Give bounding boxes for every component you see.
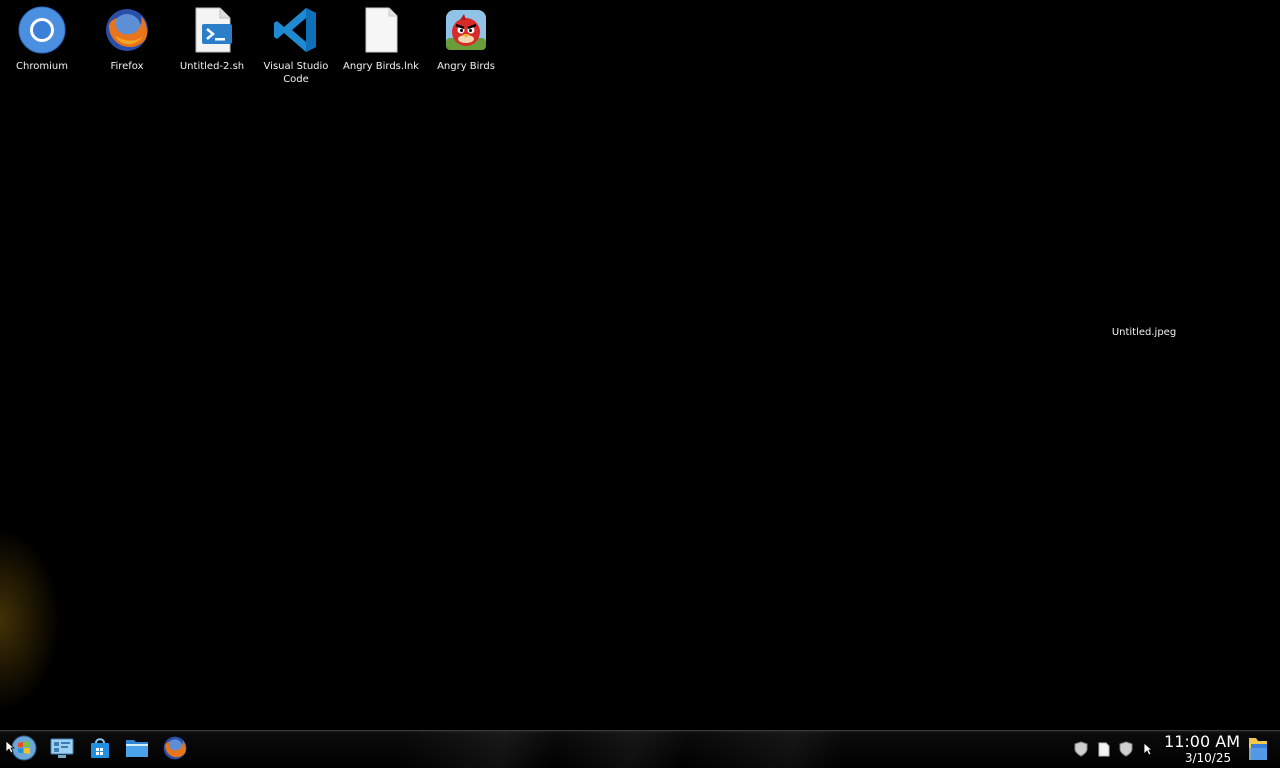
firefox-icon [103,6,151,54]
folder-icon [124,737,150,763]
desktop-icon-vscode[interactable]: Visual Studio Code [254,6,338,86]
clock-time: 11:00 AM [1164,732,1240,751]
store-button[interactable] [85,735,115,765]
taskbar-clock[interactable]: 11:00 AM 3/10/25 [1156,732,1240,765]
tray-cursor-icon[interactable] [1139,739,1157,759]
taskbar-gloss [400,731,920,768]
store-bag-icon [88,736,112,764]
desktop-icon-angry-birds-lnk[interactable]: Angry Birds.lnk [339,6,423,73]
mouse-cursor [5,739,16,754]
control-panel-button[interactable] [47,735,77,765]
desktop[interactable]: Chromium Firefox Untitled-2.sh Visual St… [0,0,1280,730]
desktop-icon-untitled-sh[interactable]: Untitled-2.sh [170,6,254,73]
desktop-icon-firefox[interactable]: Firefox [85,6,169,73]
desktop-icon-label: Chromium [16,61,68,72]
desktop-icon-label: Untitled-2.sh [179,61,245,72]
desktop-icon-label: Angry Birds.lnk [343,61,419,72]
tray-document-icon[interactable] [1095,739,1113,759]
desktop-file-untitled-jpeg[interactable]: Untitled.jpeg [1100,327,1188,338]
firefox-button[interactable] [160,735,190,765]
desktop-icon-chromium[interactable]: Chromium [0,6,84,73]
desktop-icon-angry-birds[interactable]: Angry Birds [424,6,508,73]
taskbar: 11:00 AM 3/10/25 [0,730,1280,768]
show-desktop-button[interactable] [1246,735,1272,765]
angry-birds-icon [442,6,490,54]
desktop-icon-label: Visual Studio Code [263,61,329,85]
folder-icon [1246,738,1270,767]
clock-date: 3/10/25 [1184,751,1232,765]
firefox-icon [162,735,188,765]
file-explorer-button[interactable] [122,735,152,765]
tray-shield-icon[interactable] [1072,739,1090,759]
script-file-icon [188,6,236,54]
chromium-icon [18,6,66,54]
desktop-icon-label: Angry Birds [437,61,495,72]
desktop-icon-label: Firefox [110,61,144,72]
vscode-icon [272,6,320,54]
control-panel-icon [49,736,75,764]
blank-file-icon [357,6,405,54]
tray-shield-icon[interactable] [1117,739,1135,759]
